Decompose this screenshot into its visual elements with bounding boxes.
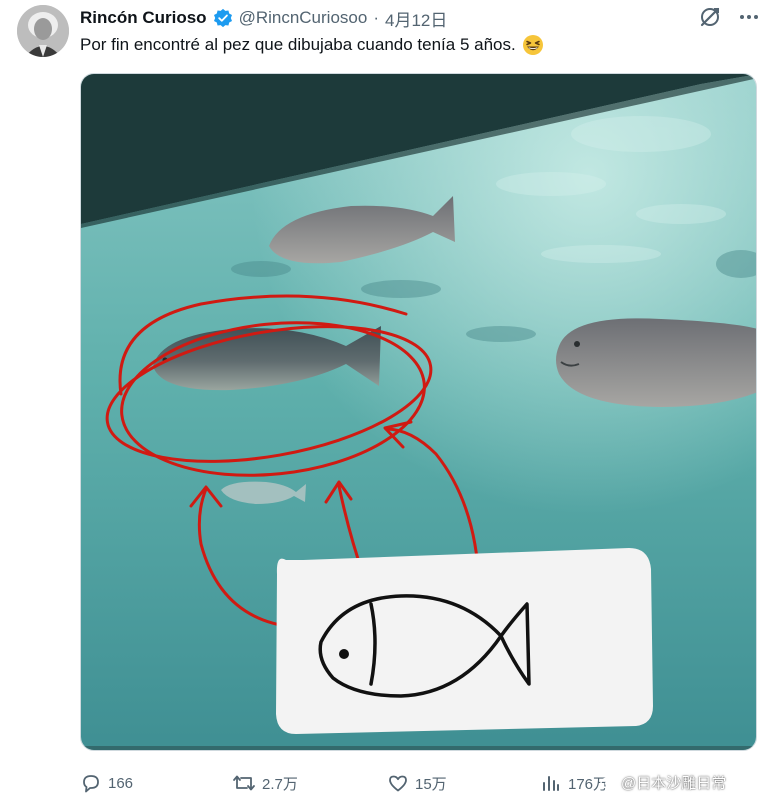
- grok-icon[interactable]: [699, 6, 721, 28]
- more-icon[interactable]: [739, 7, 759, 27]
- verified-badge-icon: [213, 8, 233, 28]
- post-media-image[interactable]: [80, 73, 757, 751]
- post-text-content: Por fin encontré al pez que dibujaba cua…: [80, 35, 516, 54]
- reply-count: 166: [108, 774, 134, 792]
- avatar[interactable]: [17, 5, 69, 57]
- post-header: Rincón Curioso @RincnCuriosoo · 4月12日: [80, 6, 447, 30]
- post-date[interactable]: 4月12日: [385, 6, 447, 31]
- post-text: Por fin encontré al pez que dibujaba cua…: [80, 34, 544, 56]
- like-button[interactable]: 15万: [387, 770, 447, 796]
- reply-icon: [80, 772, 102, 794]
- watermark: @日本沙雕日常: [600, 772, 726, 793]
- reply-button[interactable]: 166: [80, 770, 133, 796]
- weibo-icon: [600, 773, 618, 793]
- repost-button[interactable]: 2.7万: [232, 770, 298, 796]
- like-icon: [387, 772, 409, 794]
- separator-dot: ·: [373, 8, 379, 27]
- handle[interactable]: @RincnCuriosoo: [239, 8, 368, 28]
- repost-icon: [232, 772, 256, 794]
- repost-count: 2.7万: [262, 775, 298, 793]
- like-count: 15万: [415, 775, 447, 793]
- views-icon: [540, 772, 562, 794]
- grinning-squinting-face-emoji: [522, 34, 544, 56]
- header-actions: [699, 6, 759, 28]
- display-name[interactable]: Rincón Curioso: [80, 8, 207, 28]
- watermark-text: @日本沙雕日常: [621, 775, 727, 792]
- views-button[interactable]: 176万: [540, 770, 608, 796]
